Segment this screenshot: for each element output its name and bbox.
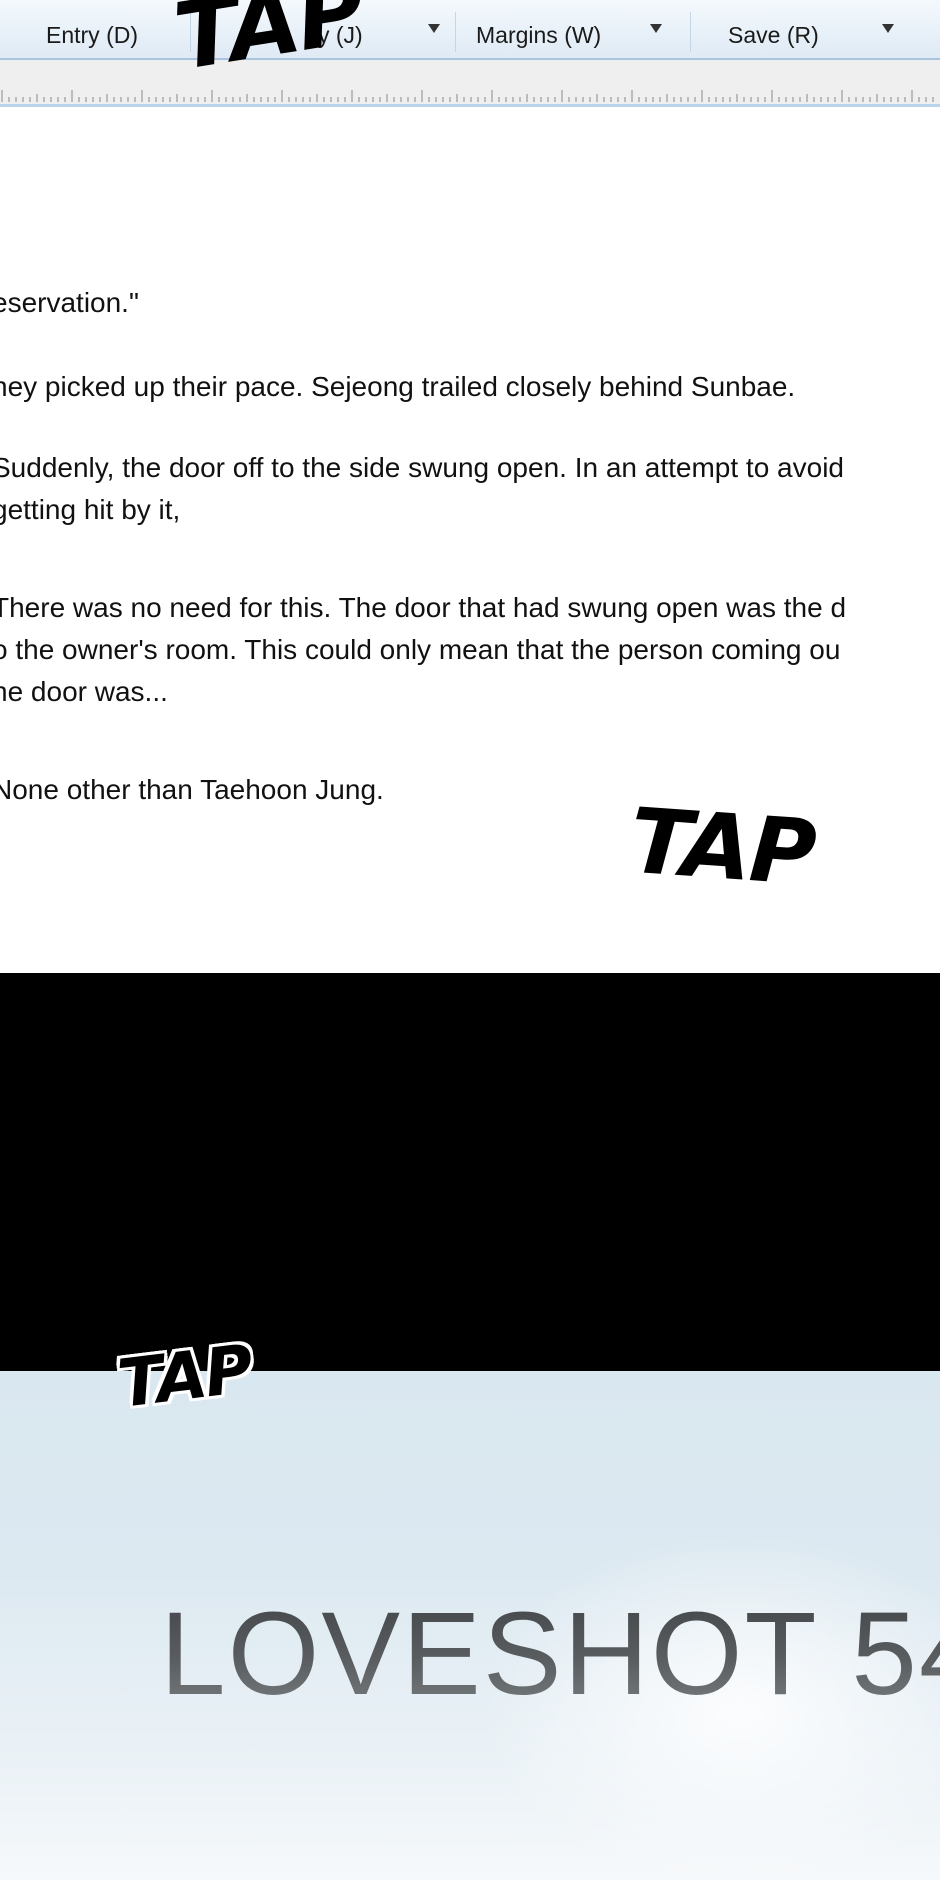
entry-menu[interactable]: Entry (D)	[46, 15, 138, 55]
sfx-tap-lower: TAP	[113, 1330, 256, 1423]
sfx-tap-middle: TAP	[626, 788, 818, 907]
chevron-down-icon[interactable]	[650, 24, 662, 33]
paragraph-line: Suddenly, the door off to the side swung…	[0, 452, 844, 483]
chevron-down-icon[interactable]	[428, 24, 440, 33]
paragraph-line: o the owner's room. This could only mean…	[0, 634, 841, 665]
paragraph-line: getting hit by it,	[0, 494, 181, 525]
chevron-down-icon[interactable]	[882, 24, 894, 33]
episode-title: LOVESHOT 54	[160, 1586, 940, 1722]
paragraph-line: There was no need for this. The door tha…	[0, 592, 847, 623]
save-menu[interactable]: Save (R)	[728, 15, 819, 55]
toolbar-separator	[690, 12, 691, 52]
paragraph-line: eservation."	[0, 287, 139, 318]
paragraph-line: he door was...	[0, 676, 168, 707]
toolbar-separator	[455, 12, 456, 52]
ruler	[0, 60, 940, 107]
paragraph-line: hey picked up their pace. Sejeong traile…	[0, 371, 796, 402]
margins-menu[interactable]: Margins (W)	[476, 15, 601, 55]
black-panel	[0, 973, 940, 1371]
ruler-ticks	[1, 90, 934, 102]
title-panel: LOVESHOT 54	[0, 1371, 940, 1880]
toolbar: Entry (D) y (J) Margins (W) Save (R)	[0, 0, 940, 60]
